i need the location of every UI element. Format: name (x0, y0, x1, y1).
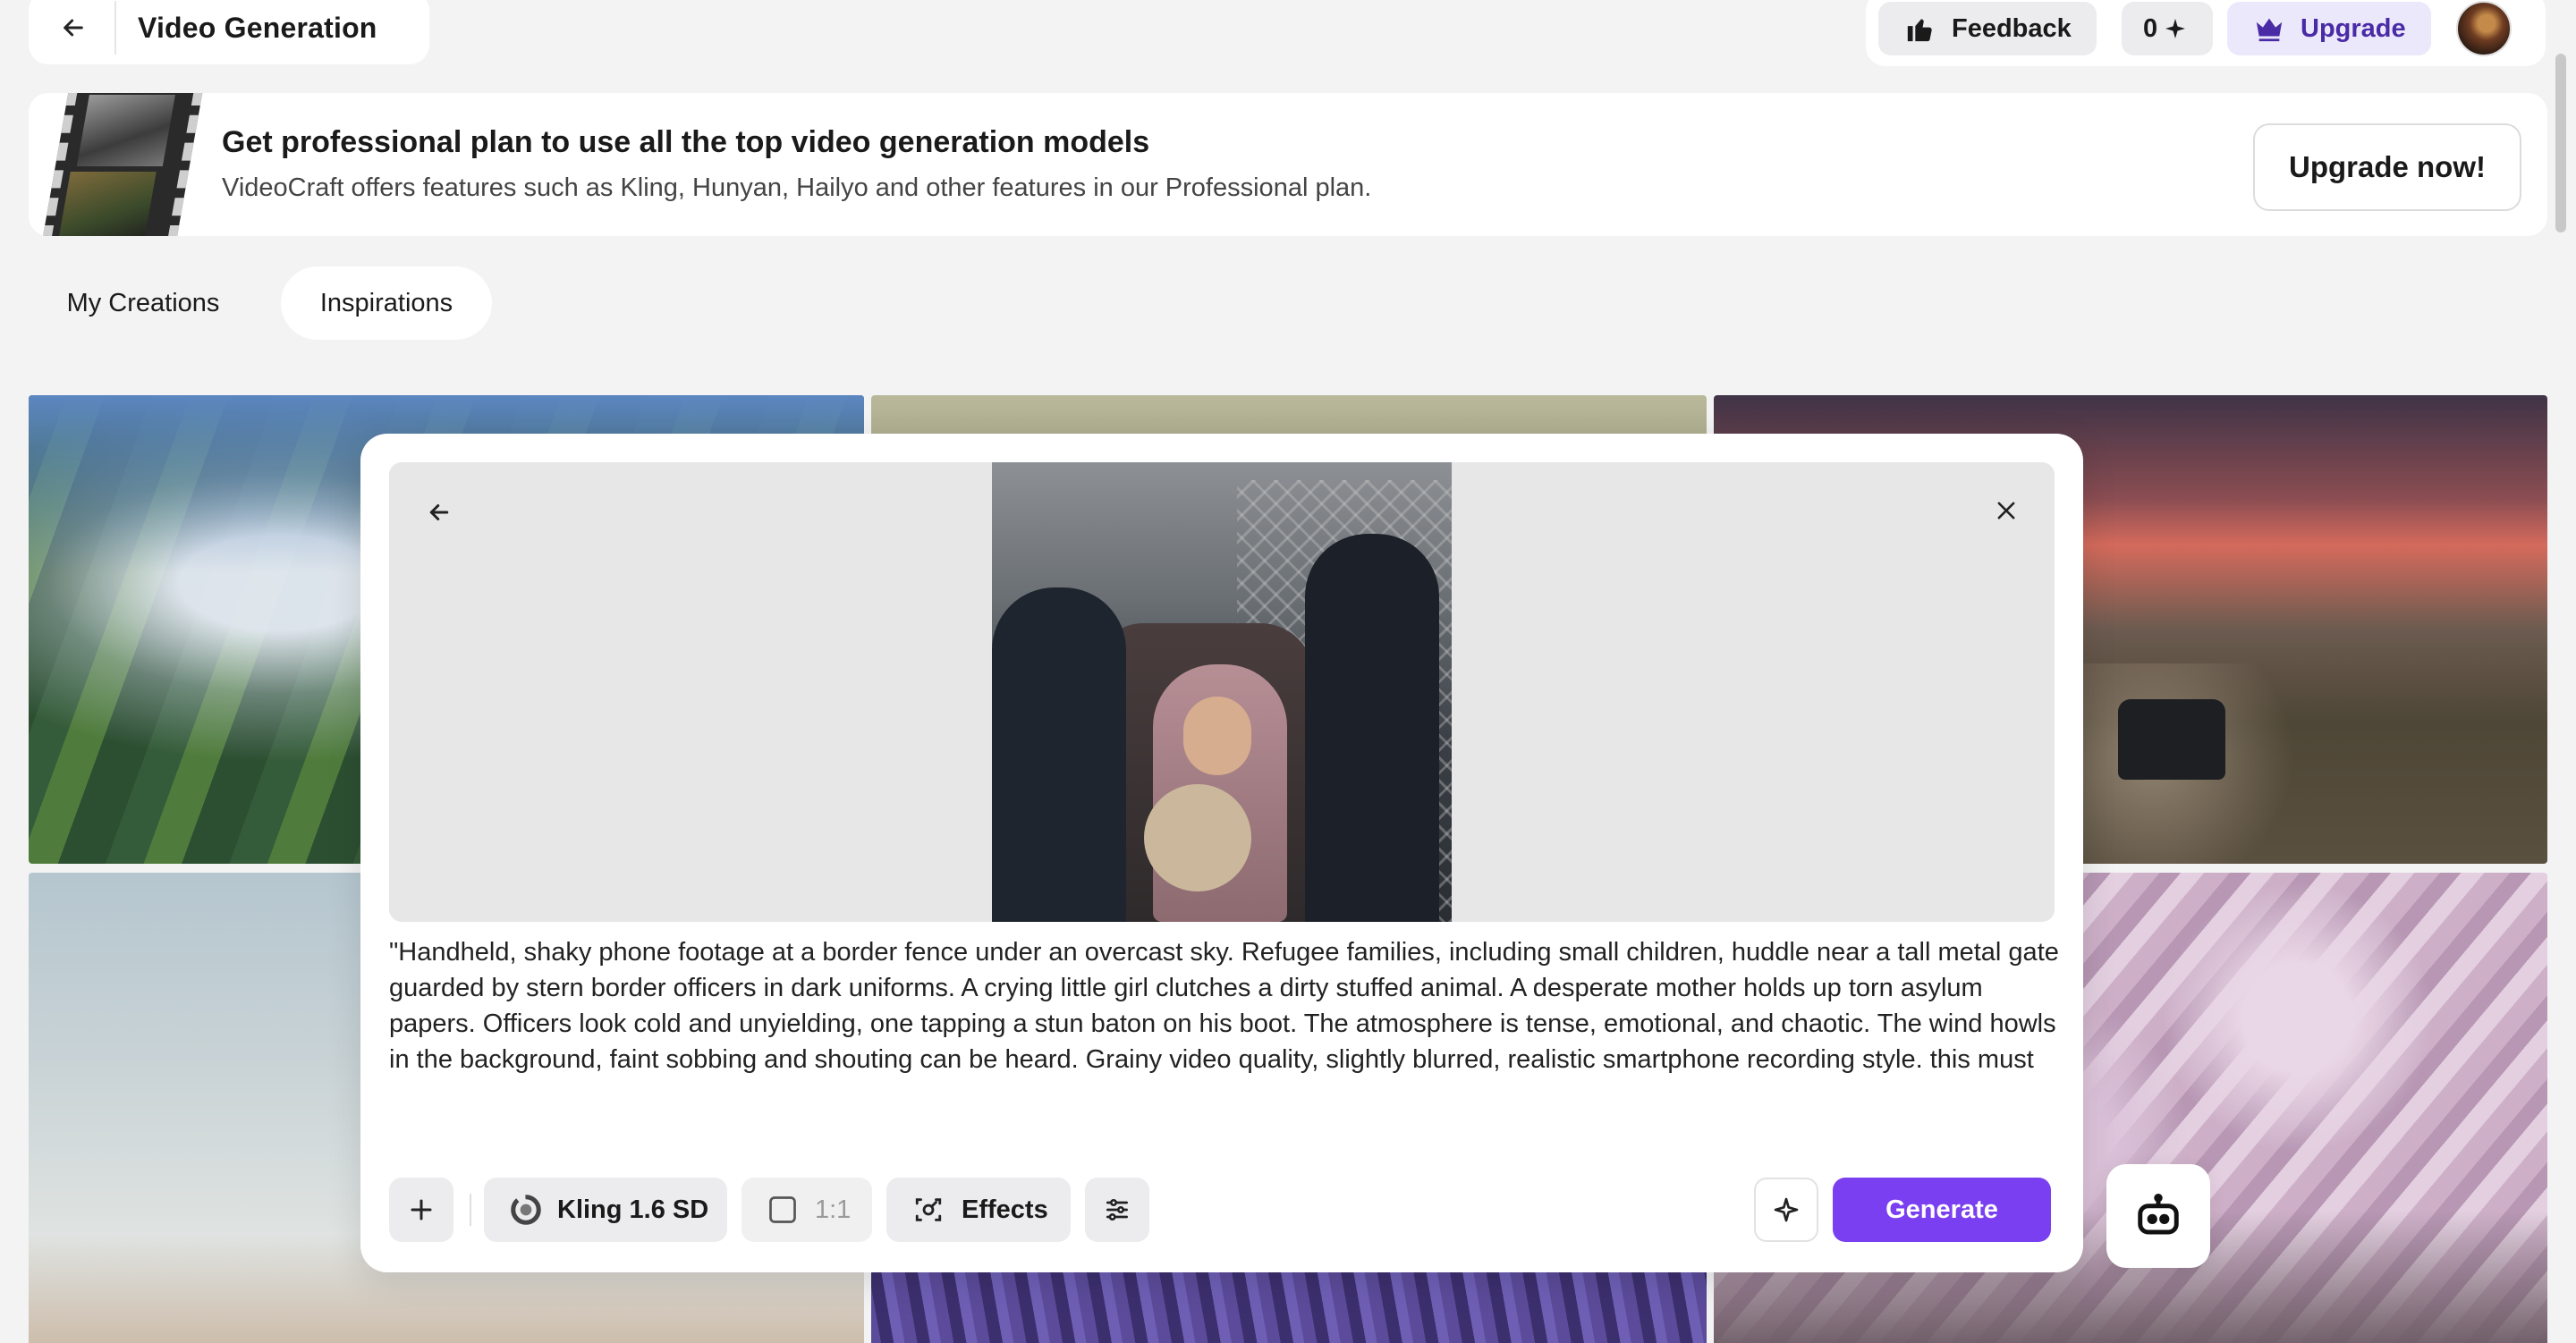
close-icon (1997, 502, 2015, 519)
effects-icon (915, 1198, 942, 1221)
close-button[interactable] (1988, 493, 2024, 528)
robot-icon (2138, 1194, 2179, 1235)
model-selector[interactable]: Kling 1.6 SD (484, 1178, 727, 1242)
feedback-label: Feedback (1952, 13, 2072, 43)
sparkle-outline-icon (1774, 1197, 1799, 1222)
dialog-back-button[interactable] (421, 494, 457, 530)
header-divider (114, 1, 116, 55)
generate-button[interactable]: Generate (1833, 1178, 2051, 1242)
arrow-left-icon (429, 504, 449, 520)
aspect-ratio-selector[interactable]: 1:1 (741, 1178, 872, 1242)
arrow-left-icon (64, 19, 83, 37)
generation-dialog: "Handheld, shaky phone footage at a bord… (360, 434, 2083, 1272)
toolbar-divider (470, 1194, 471, 1226)
feedback-button[interactable]: Feedback (1878, 2, 2097, 55)
credits-badge[interactable]: 0 (2122, 2, 2213, 55)
square-ratio-icon (769, 1196, 796, 1223)
settings-button[interactable] (1085, 1178, 1149, 1242)
upgrade-button[interactable]: Upgrade (2227, 2, 2431, 55)
user-toolbar: Feedback 0 Upgrade (1866, 0, 2546, 66)
upgrade-now-button[interactable]: Upgrade now! (2253, 123, 2521, 211)
add-media-button[interactable] (389, 1178, 453, 1242)
banner-headline: Get professional plan to use all the top… (222, 125, 1150, 159)
effects-label: Effects (962, 1195, 1048, 1224)
enhance-prompt-button[interactable] (1754, 1178, 1818, 1242)
tab-inspirations[interactable]: Inspirations (281, 266, 492, 340)
page-title: Video Generation (138, 11, 377, 44)
model-label: Kling 1.6 SD (557, 1195, 709, 1224)
reference-image (992, 462, 1452, 922)
upgrade-banner: Get professional plan to use all the top… (29, 93, 2547, 236)
kling-logo-icon (511, 1195, 541, 1225)
page-scrollbar[interactable] (2555, 54, 2566, 232)
reference-image-panel (389, 462, 2055, 922)
credits-count: 0 (2143, 13, 2158, 43)
prompt-toolbar: Kling 1.6 SD 1:1 Effects Generate (389, 1178, 2055, 1242)
tab-my-creations[interactable]: My Creations (29, 266, 258, 340)
effects-button[interactable]: Effects (886, 1178, 1071, 1242)
aspect-ratio-label: 1:1 (815, 1195, 852, 1224)
sparkle-icon (2165, 19, 2186, 38)
plus-icon (411, 1199, 432, 1221)
banner-subtext: VideoCraft offers features such as Kling… (222, 173, 1372, 202)
assistant-button[interactable] (2106, 1164, 2210, 1268)
crown-icon (2256, 18, 2283, 42)
avatar[interactable] (2456, 1, 2512, 56)
prompt-input[interactable]: "Handheld, shaky phone footage at a bord… (389, 934, 2062, 1077)
gallery-tile-lavender[interactable] (871, 1270, 1707, 1343)
upgrade-label: Upgrade (2301, 13, 2406, 43)
sliders-icon (1106, 1199, 1128, 1221)
back-button[interactable] (55, 10, 91, 46)
page-header: Video Generation (29, 0, 429, 64)
film-strip-image (41, 93, 204, 236)
thumbs-up-icon (1907, 19, 1932, 42)
